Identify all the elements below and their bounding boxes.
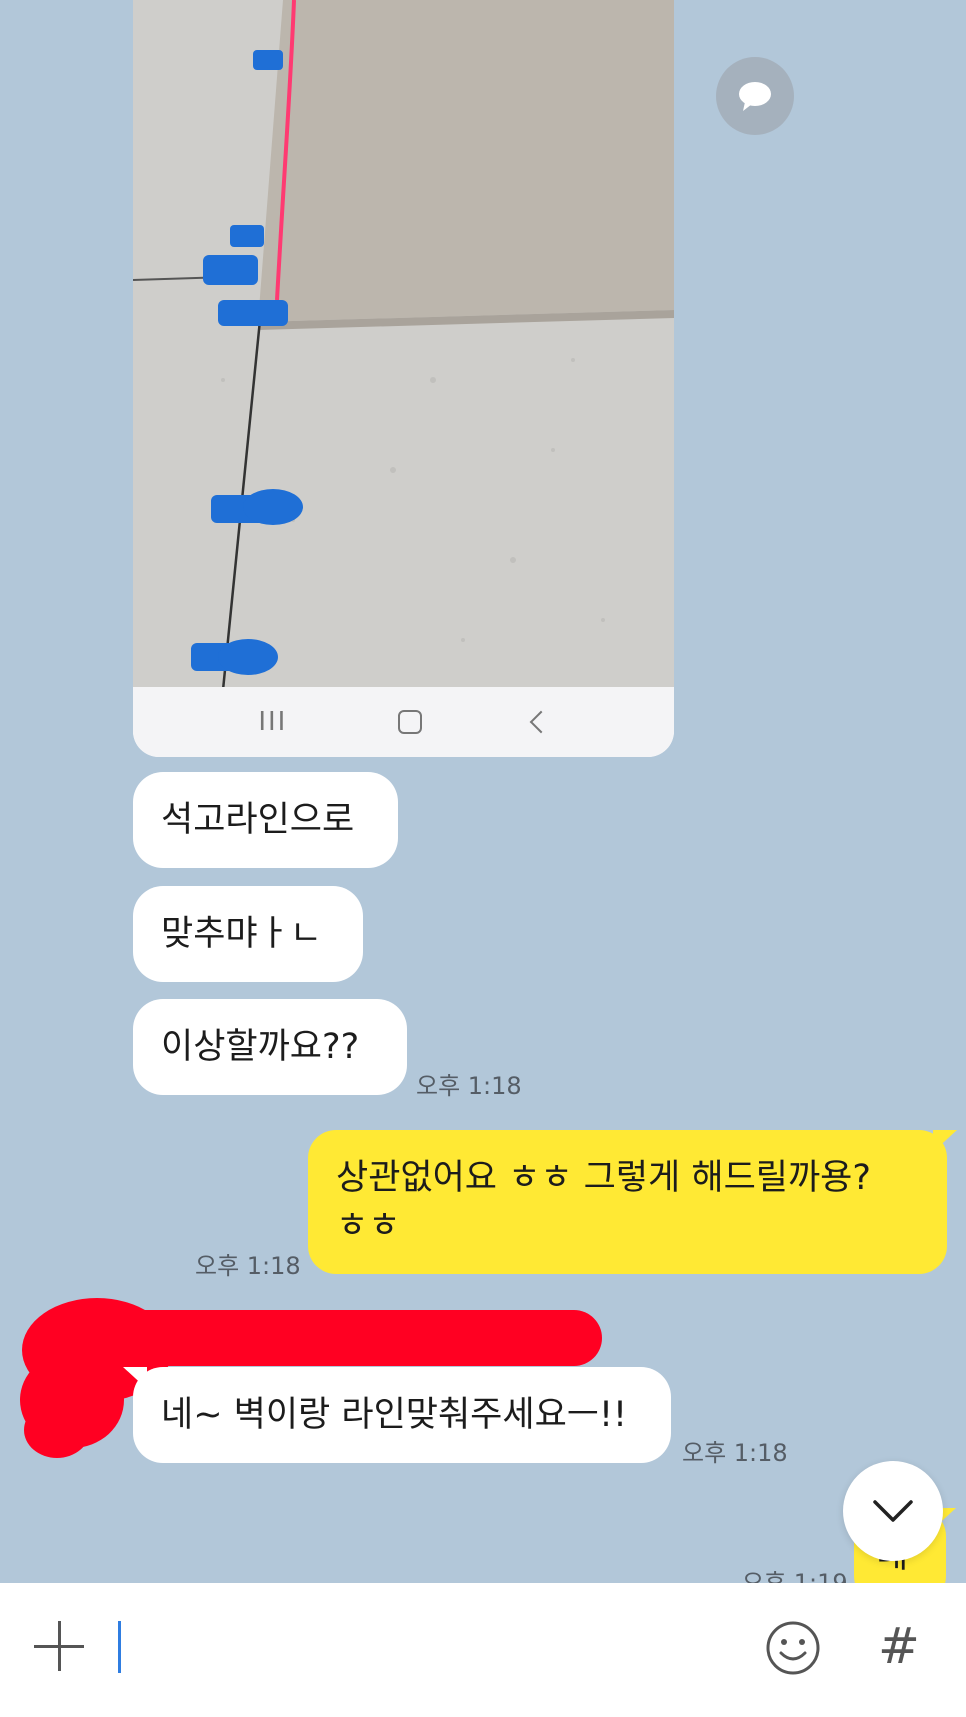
message-text: 이상할까요?? [161,1027,360,1067]
message-bubble-incoming[interactable]: 맞추먀ㅏㄴ [133,886,363,982]
plus-icon[interactable] [34,1621,84,1671]
message-text: 맞추먀ㅏㄴ [161,914,323,954]
message-bubble-incoming[interactable]: 이상할까요?? [133,999,407,1095]
comment-icon [739,82,771,111]
emoji-icon[interactable] [764,1619,822,1677]
message-text-line2: ㅎㅎ [336,1206,401,1246]
message-time: 오후 1:18 [195,1252,301,1280]
message-time: 오후 1:18 [416,1072,522,1100]
recent-apps-icon: III [258,707,288,737]
scroll-to-bottom-button[interactable] [843,1461,943,1561]
chat-area[interactable]: III 석고라인으로 맞추먀ㅏㄴ 이상할까요?? 오후 1:18 오후 1:18… [0,0,966,1583]
message-bubble-incoming[interactable]: 석고라인으로 [133,772,398,868]
hashtag-search-button[interactable]: # [878,1611,920,1681]
message-time: 오후 1:18 [682,1439,788,1467]
chevron-down-icon [873,1500,913,1522]
message-text: 네~ 벽이랑 라인맞춰주세요ㅡ!! [161,1395,628,1435]
back-icon [529,710,552,734]
message-bubble-outgoing[interactable]: 상관없어요 ㅎㅎ 그렇게 해드릴까용? ㅎㅎ [308,1130,947,1274]
message-time: 오후 1:19 [742,1569,848,1583]
shared-photo[interactable]: III [133,0,674,757]
message-input-bar: # [0,1583,966,1717]
photo-nav-bar: III [133,687,674,757]
comment-button[interactable] [716,57,794,135]
home-icon [398,710,422,734]
message-bubble-incoming[interactable]: 네~ 벽이랑 라인맞춰주세요ㅡ!! [133,1367,671,1463]
message-text: 석고라인으로 [161,800,355,840]
message-text: 상관없어요 ㅎㅎ 그렇게 해드릴까용? [336,1158,871,1198]
message-input[interactable] [118,1621,121,1673]
photo-content [133,0,674,690]
